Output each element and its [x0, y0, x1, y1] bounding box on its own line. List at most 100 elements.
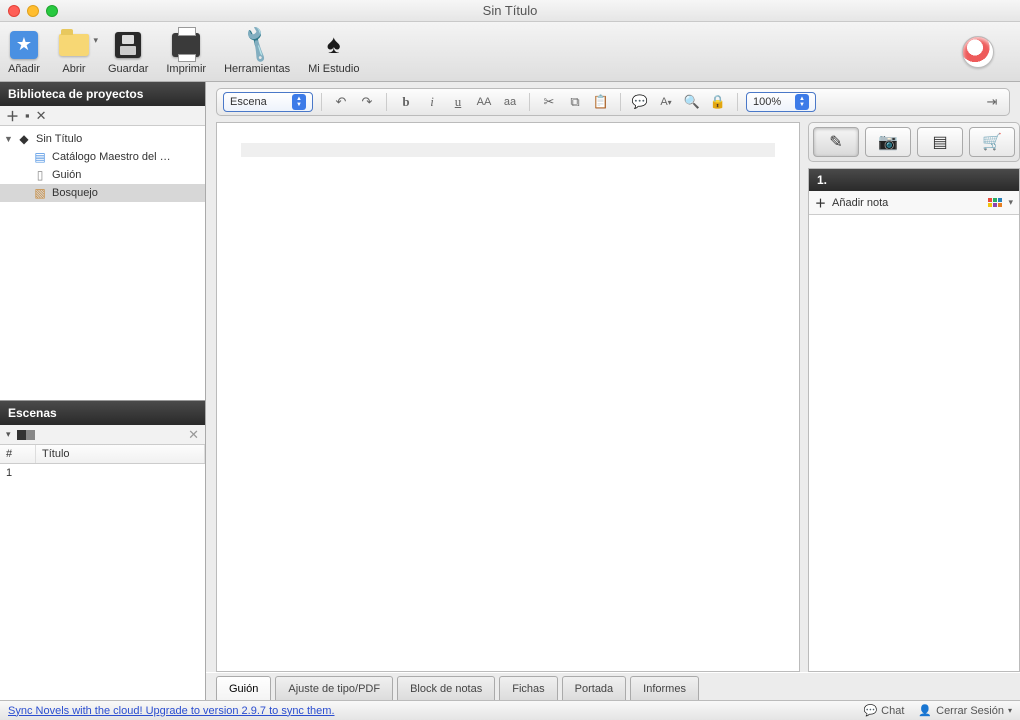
- redo-button[interactable]: ↷: [356, 92, 378, 112]
- scenes-panel: Escenas ▾ ✕ # Título 1: [0, 400, 205, 700]
- sync-upgrade-link[interactable]: Sync Novels with the cloud! Upgrade to v…: [8, 705, 335, 717]
- spade-icon: ♠: [327, 29, 341, 60]
- printer-icon: [172, 33, 200, 57]
- tab-cards[interactable]: Fichas: [499, 676, 557, 700]
- stepper-arrows-icon: ▲▼: [292, 94, 306, 110]
- tools-label: Herramientas: [224, 63, 290, 75]
- folder-icon[interactable]: ▪: [25, 108, 30, 123]
- wrench-icon: 🔧: [235, 23, 279, 66]
- folder-icon: [59, 34, 89, 56]
- notebook-icon: ▤: [932, 132, 947, 152]
- right-mode-tabs: ✎ 📷 ▤ 🛒: [808, 122, 1020, 162]
- copy-button[interactable]: ⧉: [564, 92, 586, 112]
- mode-edit-button[interactable]: ✎: [813, 127, 859, 157]
- zoom-select[interactable]: 100% ▲▼: [746, 92, 816, 112]
- chat-status-button[interactable]: 💬 Chat: [863, 704, 904, 717]
- scenes-filter-icon[interactable]: [17, 430, 35, 440]
- element-type-value: Escena: [230, 96, 267, 108]
- chat-toolbar-button[interactable]: 💬: [629, 92, 651, 112]
- project-tree: ▼ ◆ Sin Título ▤ Catálogo Maestro del … …: [0, 126, 205, 400]
- paste-button[interactable]: 📋: [590, 92, 612, 112]
- scene-row[interactable]: 1: [0, 464, 205, 482]
- tab-notepad[interactable]: Block de notas: [397, 676, 495, 700]
- window-titlebar: Sin Título: [0, 0, 1020, 22]
- tree-item-label: Guión: [52, 169, 81, 181]
- mode-store-button[interactable]: 🛒: [969, 127, 1015, 157]
- tree-item-outline[interactable]: ▧ Bosquejo: [0, 184, 205, 202]
- main-toolbar: ★ Añadir ▾ Abrir Guardar Imprimir 🔧 Herr…: [0, 22, 1020, 82]
- scene-row-num: 1: [0, 464, 36, 482]
- tree-root[interactable]: ▼ ◆ Sin Título: [0, 130, 205, 148]
- script-icon: ▯: [32, 168, 48, 182]
- chevron-down-icon[interactable]: ▾: [6, 429, 11, 440]
- mode-media-button[interactable]: 📷: [865, 127, 911, 157]
- underline-button[interactable]: u: [447, 92, 469, 112]
- scenes-grid: # Título 1: [0, 445, 205, 700]
- mode-notes-button[interactable]: ▤: [917, 127, 963, 157]
- tools-button[interactable]: 🔧 Herramientas: [224, 29, 290, 75]
- lifesaver-icon: [962, 36, 994, 68]
- tab-script[interactable]: Guión: [216, 676, 271, 700]
- color-grid-icon[interactable]: [988, 198, 1002, 207]
- bottom-tabs: Guión Ajuste de tipo/PDF Block de notas …: [206, 672, 1020, 700]
- notes-section-number: 1.: [809, 169, 1019, 191]
- add-button[interactable]: ★ Añadir: [8, 29, 40, 75]
- collapse-panel-button[interactable]: ⇥: [981, 92, 1003, 112]
- scenes-columns: # Título: [0, 445, 205, 464]
- chevron-down-icon[interactable]: ▾: [1008, 197, 1013, 208]
- pencil-icon: ✎: [829, 132, 842, 152]
- save-disk-icon: [115, 32, 141, 58]
- col-number-header[interactable]: #: [0, 445, 36, 463]
- tree-item-label: Bosquejo: [52, 187, 98, 199]
- status-bar: Sync Novels with the cloud! Upgrade to v…: [0, 700, 1020, 720]
- help-button[interactable]: [962, 36, 994, 68]
- print-label: Imprimir: [166, 63, 206, 75]
- scene-row-title: [36, 464, 205, 482]
- undo-button[interactable]: ↶: [330, 92, 352, 112]
- close-icon[interactable]: ✕: [188, 427, 199, 443]
- tree-root-label: Sin Título: [36, 133, 82, 145]
- tab-reports[interactable]: Informes: [630, 676, 699, 700]
- lock-button[interactable]: 🔒: [707, 92, 729, 112]
- undo-icon: ↶: [336, 94, 347, 110]
- add-note-button[interactable]: Añadir nota: [832, 197, 888, 209]
- tree-item-script[interactable]: ▯ Guión: [0, 166, 205, 184]
- window-title: Sin Título: [0, 3, 1020, 18]
- document-icon: ▤: [32, 150, 48, 164]
- tab-typeset[interactable]: Ajuste de tipo/PDF: [275, 676, 393, 700]
- search-button[interactable]: 🔍: [681, 92, 703, 112]
- add-project-icon[interactable]: ＋: [6, 106, 19, 125]
- lowercase-button[interactable]: aa: [499, 92, 521, 112]
- logout-button[interactable]: 👤 Cerrar Sesión ▾: [918, 704, 1012, 717]
- tree-item-catalog[interactable]: ▤ Catálogo Maestro del …: [0, 148, 205, 166]
- save-button[interactable]: Guardar: [108, 29, 148, 75]
- open-label: Abrir: [62, 63, 85, 75]
- cart-icon: 🛒: [982, 132, 1002, 152]
- open-button[interactable]: ▾ Abrir: [58, 29, 90, 75]
- element-type-select[interactable]: Escena ▲▼: [223, 92, 313, 112]
- disclosure-triangle-icon[interactable]: ▼: [4, 134, 16, 144]
- bold-button[interactable]: b: [395, 92, 417, 112]
- studio-button[interactable]: ♠ Mi Estudio: [308, 29, 359, 75]
- col-title-header[interactable]: Título: [36, 445, 205, 463]
- font-button[interactable]: A▾: [655, 92, 677, 112]
- chat-bubble-icon: 💬: [632, 94, 648, 110]
- delete-icon[interactable]: ✕: [36, 108, 47, 124]
- tab-cover[interactable]: Portada: [562, 676, 627, 700]
- italic-button[interactable]: i: [421, 92, 443, 112]
- scenes-toolbar: ▾ ✕: [0, 425, 205, 445]
- clipboard-icon: 📋: [593, 94, 609, 110]
- editor-page[interactable]: [216, 122, 800, 672]
- notes-toolbar: ＋ Añadir nota ▾: [809, 191, 1019, 215]
- cut-button[interactable]: ✂: [538, 92, 560, 112]
- stepper-arrows-icon: ▲▼: [795, 94, 809, 110]
- library-toolbar: ＋ ▪ ✕: [0, 106, 205, 126]
- copy-icon: ⧉: [570, 94, 579, 110]
- editor-toolbar: Escena ▲▼ ↶ ↷ b i u AA aa ✂ ⧉ 📋 💬 A▾ 🔍 🔒…: [216, 88, 1010, 116]
- left-sidebar: Biblioteca de proyectos ＋ ▪ ✕ ▼ ◆ Sin Tí…: [0, 82, 206, 700]
- print-button[interactable]: Imprimir: [166, 29, 206, 75]
- tree-item-label: Catálogo Maestro del …: [52, 151, 171, 163]
- project-icon: ◆: [16, 132, 32, 146]
- uppercase-button[interactable]: AA: [473, 92, 495, 112]
- notes-area[interactable]: [809, 215, 1019, 671]
